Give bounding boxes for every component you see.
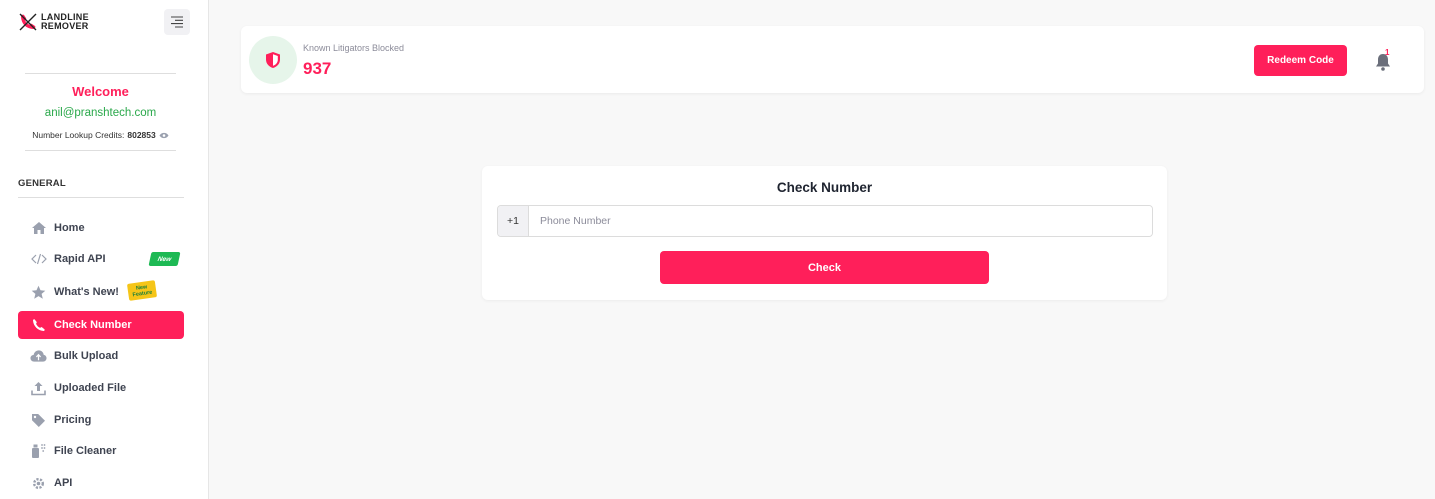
star-icon	[30, 284, 47, 301]
sidebar-item-label: Uploaded File	[54, 382, 127, 394]
gear-icon	[30, 475, 47, 492]
sidebar-item-pricing[interactable]: Pricing	[18, 406, 184, 434]
sidebar-item-check-number[interactable]: Check Number	[18, 311, 184, 339]
welcome-title: Welcome	[72, 84, 129, 99]
phone-number-input[interactable]	[529, 206, 1152, 236]
divider	[18, 197, 184, 198]
spray-bottle-icon	[30, 443, 47, 460]
sidebar-item-label: Check Number	[54, 319, 132, 331]
check-number-card: Check Number +1 Check	[482, 166, 1167, 300]
cloud-upload-icon	[30, 348, 47, 365]
stat-value: 937	[303, 59, 332, 78]
sidebar-item-label: Bulk Upload	[54, 350, 119, 362]
menu-toggle-button[interactable]	[164, 9, 190, 35]
country-code: +1	[498, 206, 529, 236]
new-badge: New	[148, 252, 181, 266]
notification-count: 1	[1385, 48, 1390, 57]
notifications-button[interactable]: 1	[1348, 38, 1418, 86]
tag-icon	[30, 412, 47, 429]
section-label-general: GENERAL	[18, 178, 66, 189]
sidebar-item-label: File Cleaner	[54, 445, 117, 457]
hamburger-menu-icon	[171, 16, 183, 28]
sidebar-item-api[interactable]: API	[18, 469, 184, 497]
upload-icon	[30, 380, 47, 397]
sidebar-item-rapid-api[interactable]: Rapid API New	[18, 245, 184, 273]
stats-header-card: Known Litigators Blocked 937 Redeem Code…	[241, 26, 1424, 93]
sidebar-item-label: Rapid API	[54, 253, 106, 265]
divider	[25, 150, 176, 151]
sidebar-item-uploaded-file[interactable]: Uploaded File	[18, 374, 184, 402]
redeem-code-button[interactable]: Redeem Code	[1254, 45, 1347, 76]
credits-info: Number Lookup Credits: 802853	[25, 130, 176, 140]
sidebar-item-label: Home	[54, 222, 85, 234]
card-title: Check Number	[776, 180, 873, 195]
sidebar-item-bulk-upload[interactable]: Bulk Upload	[18, 342, 184, 370]
brand-name: LANDLINE REMOVER	[41, 12, 89, 31]
shield-icon	[266, 52, 280, 68]
eye-icon[interactable]	[159, 132, 169, 139]
sidebar-item-file-cleaner[interactable]: File Cleaner	[18, 437, 184, 465]
brand-logo[interactable]: LANDLINE REMOVER	[18, 12, 121, 32]
sidebar-item-home[interactable]: Home	[18, 214, 184, 242]
shield-badge	[249, 36, 297, 84]
sidebar-item-label: API	[54, 477, 73, 489]
home-icon	[30, 220, 47, 237]
new-feature-badge: New Feature	[126, 280, 158, 301]
sidebar: LANDLINE REMOVER Welcome anil@pranshtech…	[0, 0, 209, 499]
phone-input-group: +1	[497, 205, 1153, 237]
sidebar-item-label: What's New!	[54, 286, 119, 298]
sidebar-item-whats-new[interactable]: What's New! New Feature	[18, 278, 184, 306]
phone-icon	[30, 317, 47, 334]
credits-label: Number Lookup Credits:	[32, 130, 125, 140]
check-button[interactable]: Check	[660, 251, 989, 284]
user-email: anil@pranshtech.com	[44, 107, 157, 119]
credits-value: 802853	[127, 130, 156, 140]
divider	[25, 73, 176, 74]
phone-cross-logo-icon	[19, 13, 37, 31]
stat-label: Known Litigators Blocked	[303, 43, 405, 53]
sidebar-item-label: Pricing	[54, 414, 92, 426]
code-icon	[30, 251, 47, 268]
